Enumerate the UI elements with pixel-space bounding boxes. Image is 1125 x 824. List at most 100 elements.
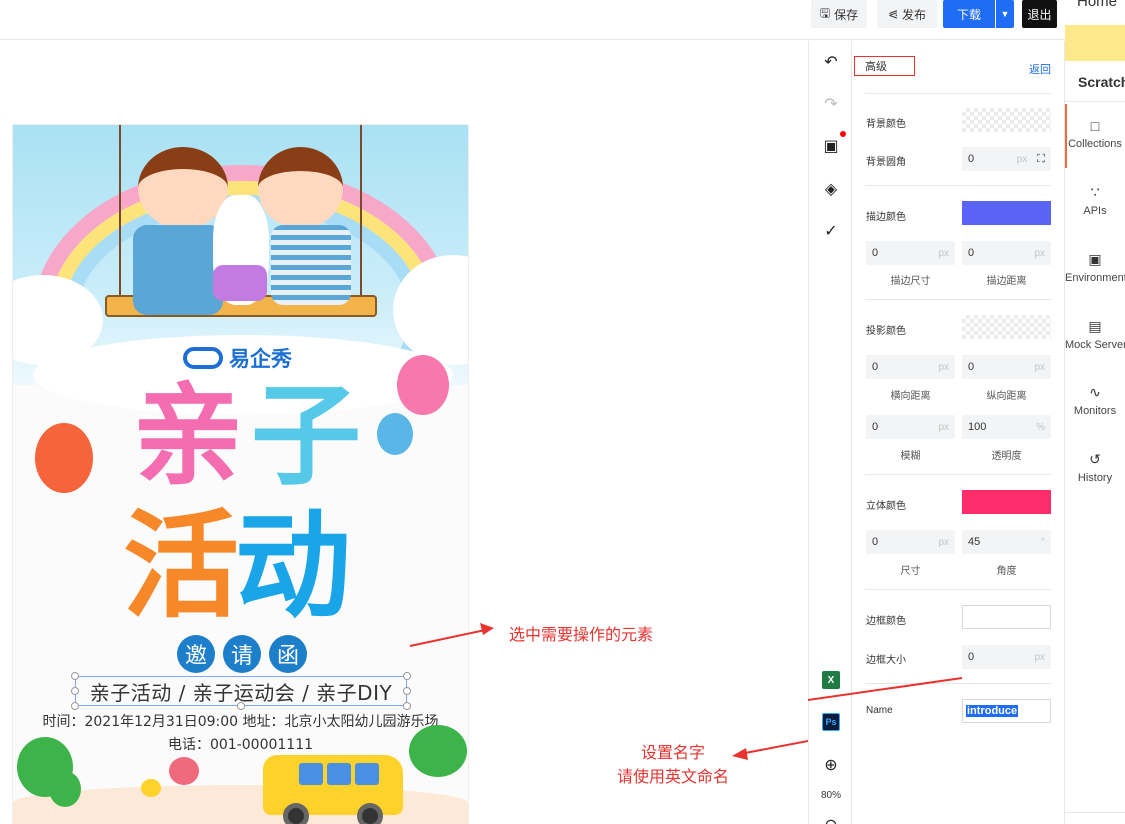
resize-handle[interactable] xyxy=(71,702,79,710)
bg-color-label: 背景颜色 xyxy=(866,119,906,130)
name-input[interactable]: introduce xyxy=(962,699,1051,723)
bg-color-picker[interactable] xyxy=(962,108,1051,132)
tool-strip: ↶ ↷ ▣ ◈ ✓ X Ps ⊕ 80% ⊖ xyxy=(808,41,852,824)
balloon-orange xyxy=(35,423,93,493)
stroke-color-picker[interactable] xyxy=(962,201,1051,225)
tree xyxy=(49,771,81,807)
share-icon: ⪗ xyxy=(887,7,899,21)
name-hint-text: 设置名字 请使用英文命名 xyxy=(600,739,746,787)
resize-handle[interactable] xyxy=(403,672,411,680)
shadow-h-label: 横向距离 xyxy=(890,391,931,402)
solid-angle-input[interactable]: 45 ° xyxy=(962,530,1051,554)
bus-wheel xyxy=(357,803,383,824)
shadow-color-picker[interactable] xyxy=(962,315,1051,339)
divider xyxy=(865,299,1051,300)
zoom-in-icon[interactable]: ⊕ xyxy=(809,753,853,777)
divider xyxy=(865,683,1051,684)
bg-radius-label: 背景圆角 xyxy=(866,157,906,168)
redo-icon[interactable]: ↷ xyxy=(809,92,853,116)
excel-icon[interactable]: X xyxy=(809,668,853,692)
name-label: Name xyxy=(866,705,893,716)
shadow-h-input[interactable]: 0 px xyxy=(866,355,955,379)
sidebar-item-mock-servers[interactable]: ▤ Mock Servers xyxy=(1065,318,1125,351)
title-char[interactable]: 动 xyxy=(235,509,351,625)
save-button[interactable]: 🖫 保存 xyxy=(811,0,867,28)
property-panel: 高级 返回 背景颜色 背景圆角 0 px ⛶ 描边颜色 0 px 0 px 描边尺寸… xyxy=(852,41,1065,824)
expand-icon[interactable]: ⛶ xyxy=(1037,153,1045,166)
shadow-v-input[interactable]: 0 px xyxy=(962,355,1051,379)
sidebar-banner xyxy=(1065,25,1125,61)
resize-handle[interactable] xyxy=(71,687,79,695)
blur-input[interactable]: 0 px xyxy=(866,415,955,439)
divider xyxy=(865,474,1051,475)
stroke-size-label: 描边尺寸 xyxy=(890,276,931,287)
bg-radius-input[interactable]: 0 px ⛶ xyxy=(962,147,1051,171)
shadow-v-label: 纵向距离 xyxy=(986,391,1027,402)
environments-icon: ▣ xyxy=(1088,251,1102,267)
divider xyxy=(1065,101,1125,102)
border-color-picker[interactable] xyxy=(962,605,1051,629)
invite-char[interactable]: 请 xyxy=(223,635,261,673)
sidebar-item-history[interactable]: ↺ History xyxy=(1065,451,1125,484)
resize-handle[interactable] xyxy=(403,702,411,710)
collections-icon: □ xyxy=(1090,118,1100,134)
crop-icon[interactable]: ▣ xyxy=(809,134,853,158)
stroke-distance-input[interactable]: 0 px xyxy=(962,241,1051,265)
school-bus xyxy=(263,755,403,824)
title-char[interactable]: 活 xyxy=(123,509,239,625)
opacity-label: 透明度 xyxy=(991,451,1022,462)
event-phone[interactable]: 电话：001-00001111 xyxy=(13,734,468,754)
download-options-button[interactable]: ▼ xyxy=(996,0,1014,28)
scratch-pad-title: Scratch xyxy=(1078,74,1125,90)
opacity-input[interactable]: 100% xyxy=(962,415,1051,439)
zoom-out-icon[interactable]: ⊖ xyxy=(809,813,853,824)
mock-servers-icon: ▤ xyxy=(1088,318,1102,334)
download-button[interactable]: 下载 xyxy=(943,0,995,28)
publish-button[interactable]: ⪗ 发布 xyxy=(877,0,937,28)
tree xyxy=(409,725,467,777)
select-hint-text: 选中需要操作的元素 xyxy=(509,625,654,644)
resize-handle[interactable] xyxy=(403,687,411,695)
swing-rope xyxy=(119,125,121,305)
solid-size-input[interactable]: 0 px xyxy=(866,530,955,554)
sidebar-item-monitors[interactable]: ∿ Monitors xyxy=(1065,384,1125,417)
blur-label: 模糊 xyxy=(900,451,921,462)
sidebar-item-environments[interactable]: ▣ Environments xyxy=(1065,251,1125,284)
title-char[interactable]: 子 xyxy=(251,381,361,491)
border-size-input[interactable]: 0 px xyxy=(962,645,1051,669)
sidebar-item-collections[interactable]: □ Collections xyxy=(1065,118,1125,150)
solid-angle-label: 角度 xyxy=(996,566,1017,577)
shadow-color-label: 投影颜色 xyxy=(866,326,906,337)
brush-icon[interactable]: ✓ xyxy=(809,219,853,243)
annotation-arrow xyxy=(744,740,808,754)
arrow-head xyxy=(480,623,494,635)
sidebar-item-apis[interactable]: ∵ APIs xyxy=(1065,184,1125,217)
home-tab[interactable]: Home xyxy=(1077,0,1117,10)
invite-char[interactable]: 函 xyxy=(269,635,307,673)
exit-button[interactable]: 退出 xyxy=(1022,0,1057,28)
solid-color-picker[interactable] xyxy=(962,490,1051,514)
editor-canvas[interactable]: 易企秀 亲 子 活 动 邀 请 函 亲子活动 / 亲子运动会 / 亲子DIY 时… xyxy=(0,41,808,824)
event-time-address[interactable]: 时间：2021年12月31日09:00 地址：北京小太阳幼儿园游乐场 xyxy=(13,711,468,731)
bus-window xyxy=(355,763,379,785)
rotate-handle[interactable] xyxy=(237,702,245,710)
tulip xyxy=(141,779,161,797)
poster[interactable]: 易企秀 亲 子 活 动 邀 请 函 亲子活动 / 亲子运动会 / 亲子DIY 时… xyxy=(13,125,468,824)
solid-color-label: 立体颜色 xyxy=(866,501,906,512)
girl-body xyxy=(133,225,223,315)
photoshop-icon[interactable]: Ps xyxy=(809,710,853,734)
tab-advanced[interactable]: 高级 xyxy=(854,56,915,76)
resize-handle[interactable] xyxy=(71,672,79,680)
stroke-size-input[interactable]: 0 px xyxy=(866,241,955,265)
back-link[interactable]: 返回 xyxy=(1029,61,1051,77)
layers-icon[interactable]: ◈ xyxy=(809,177,853,201)
undo-icon[interactable]: ↶ xyxy=(809,50,853,74)
app-window: 🖫 保存 ⪗ 发布 下载 ▼ 退出 易企秀 亲 子 活 动 邀 请 函 亲子活动… xyxy=(0,0,1125,824)
stroke-color-label: 描边颜色 xyxy=(866,212,906,223)
apis-icon: ∵ xyxy=(1090,184,1100,200)
title-char[interactable]: 亲 xyxy=(133,381,243,491)
divider xyxy=(865,589,1051,590)
name-hint-line: 设置名字 xyxy=(640,743,705,762)
invite-char[interactable]: 邀 xyxy=(177,635,215,673)
solid-size-label: 尺寸 xyxy=(900,566,921,577)
